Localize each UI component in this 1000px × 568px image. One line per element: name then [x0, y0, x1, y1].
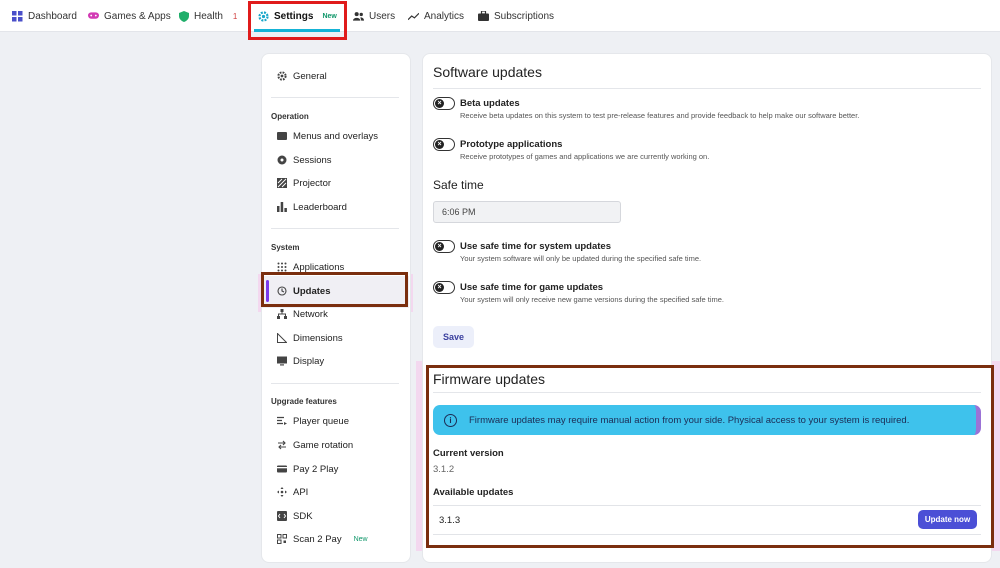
option-desc-prototype: Receive prototypes of games and applicat…: [460, 152, 710, 161]
gamepad-icon: [88, 11, 99, 22]
sidebar-item-label: Player queue: [293, 415, 349, 427]
sidebar-item-label: Menus and overlays: [293, 130, 379, 142]
sidebar-item-player-queue[interactable]: Player queue: [277, 412, 349, 430]
sidebar-item-label: Game rotation: [293, 439, 354, 451]
settings-highlight-box: [248, 1, 347, 40]
monitor-icon: [277, 356, 287, 366]
sidebar-item-game-rotation[interactable]: Game rotation: [277, 436, 353, 454]
sidebar-item-sdk[interactable]: SDK: [277, 507, 313, 525]
toggle-off-x-icon: ×: [435, 98, 444, 108]
sidebar-item-label: Network: [293, 308, 328, 320]
apps-grid-icon: [277, 262, 287, 272]
sidebar-item-network[interactable]: Network: [277, 305, 328, 323]
sidebar-item-label: Sessions: [293, 154, 332, 166]
safe-time-input[interactable]: [433, 201, 621, 223]
sidebar-item-label: Scan 2 Pay: [293, 533, 342, 545]
nav-subscriptions-label: Subscriptions: [494, 10, 555, 22]
nav-analytics[interactable]: Analytics: [408, 0, 464, 32]
nav-analytics-label: Analytics: [424, 10, 465, 22]
top-navigation: Dashboard Games & Apps Health 1 Settings…: [0, 0, 1000, 32]
toggle-off-x-icon: ×: [435, 241, 444, 251]
section-divider: [433, 88, 981, 89]
rotate-icon: [277, 440, 287, 450]
sidebar-item-label: API: [293, 486, 309, 498]
sidebar-item-display[interactable]: Display: [277, 352, 324, 370]
move-arrows-icon: [277, 487, 287, 497]
toggle-safe-time-game[interactable]: ×: [433, 281, 455, 294]
toggle-off-x-icon: ×: [435, 139, 444, 149]
gear-icon: [277, 71, 287, 81]
trend-icon: [408, 11, 419, 22]
sidebar-item-label: Applications: [293, 261, 345, 273]
menu-icon: [277, 131, 287, 141]
sessions-icon: [277, 155, 287, 165]
grid-icon: [12, 10, 23, 22]
sidebar-item-label: Dimensions: [293, 332, 343, 344]
firmware-highlight-box: [426, 365, 994, 548]
leaderboard-icon: [277, 202, 287, 212]
save-button[interactable]: Save: [433, 326, 474, 348]
option-title-beta: Beta updates: [460, 98, 520, 109]
sidebar-item-label: Pay 2 Play: [293, 463, 339, 475]
sidebar-divider: [271, 97, 399, 98]
toggle-prototype-applications[interactable]: ×: [433, 138, 455, 151]
sidebar-item-leaderboard[interactable]: Leaderboard: [277, 198, 347, 216]
sidebar-divider: [271, 228, 399, 229]
sidebar-item-sessions[interactable]: Sessions: [277, 151, 332, 169]
option-title-prototype: Prototype applications: [460, 139, 563, 150]
nav-users[interactable]: Users: [353, 0, 395, 32]
updates-highlight-box: [261, 272, 408, 307]
nav-dashboard[interactable]: Dashboard: [12, 0, 77, 32]
payment-icon: [277, 464, 287, 474]
nav-subscriptions[interactable]: Subscriptions: [478, 0, 554, 32]
briefcase-icon: [478, 11, 489, 22]
sidebar-item-label: General: [293, 70, 327, 82]
sdk-icon: [277, 511, 287, 521]
sidebar-divider: [271, 383, 399, 384]
section-title-software-updates: Software updates: [433, 64, 542, 80]
sidebar-item-api[interactable]: API: [277, 483, 308, 501]
sidebar-item-label: Display: [293, 355, 325, 367]
sidebar-item-scan-2-pay[interactable]: Scan 2 Pay New: [277, 530, 368, 548]
projector-icon: [277, 178, 287, 188]
option-title-safe-system: Use safe time for system updates: [460, 241, 612, 252]
section-title-safe-time: Safe time: [433, 178, 484, 192]
nav-health-label: Health: [194, 10, 223, 22]
network-icon: [277, 309, 287, 319]
sidebar-item-general[interactable]: General: [277, 67, 327, 85]
shield-icon: [178, 10, 189, 22]
queue-icon: [277, 416, 287, 426]
sidebar-item-dimensions[interactable]: Dimensions: [277, 329, 343, 347]
toggle-off-x-icon: ×: [435, 282, 444, 292]
scan-2-pay-new-badge: New: [353, 535, 368, 543]
nav-health[interactable]: Health 1: [178, 0, 237, 32]
nav-dashboard-label: Dashboard: [28, 10, 77, 22]
toggle-beta-updates[interactable]: ×: [433, 97, 455, 110]
sidebar-item-label: Leaderboard: [293, 201, 347, 213]
sidebar-item-pay-2-play[interactable]: Pay 2 Play: [277, 460, 338, 478]
sidebar-item-projector[interactable]: Projector: [277, 174, 331, 192]
option-desc-safe-system: Your system software will only be update…: [460, 254, 702, 263]
qr-code-icon: [277, 534, 287, 544]
option-title-safe-game: Use safe time for game updates: [460, 282, 604, 293]
toggle-safe-time-system[interactable]: ×: [433, 240, 455, 253]
nav-games-apps-label: Games & Apps: [104, 10, 171, 22]
nav-users-label: Users: [369, 10, 396, 22]
nav-games-apps[interactable]: Games & Apps: [88, 0, 171, 32]
sidebar-item-label: Projector: [293, 177, 332, 189]
sidebar-section-upgrade: Upgrade features: [271, 397, 337, 406]
health-count-badge: 1: [232, 11, 238, 21]
option-desc-safe-game: Your system will only receive new game v…: [460, 295, 725, 304]
ruler-icon: [277, 333, 287, 343]
sidebar-item-label: SDK: [293, 510, 313, 522]
sidebar-section-operation: Operation: [271, 112, 309, 121]
option-desc-beta: Receive beta updates on this system to t…: [460, 111, 860, 120]
sidebar-item-menus-overlays[interactable]: Menus and overlays: [277, 127, 378, 145]
sidebar-section-system: System: [271, 243, 300, 252]
users-icon: [353, 11, 364, 22]
